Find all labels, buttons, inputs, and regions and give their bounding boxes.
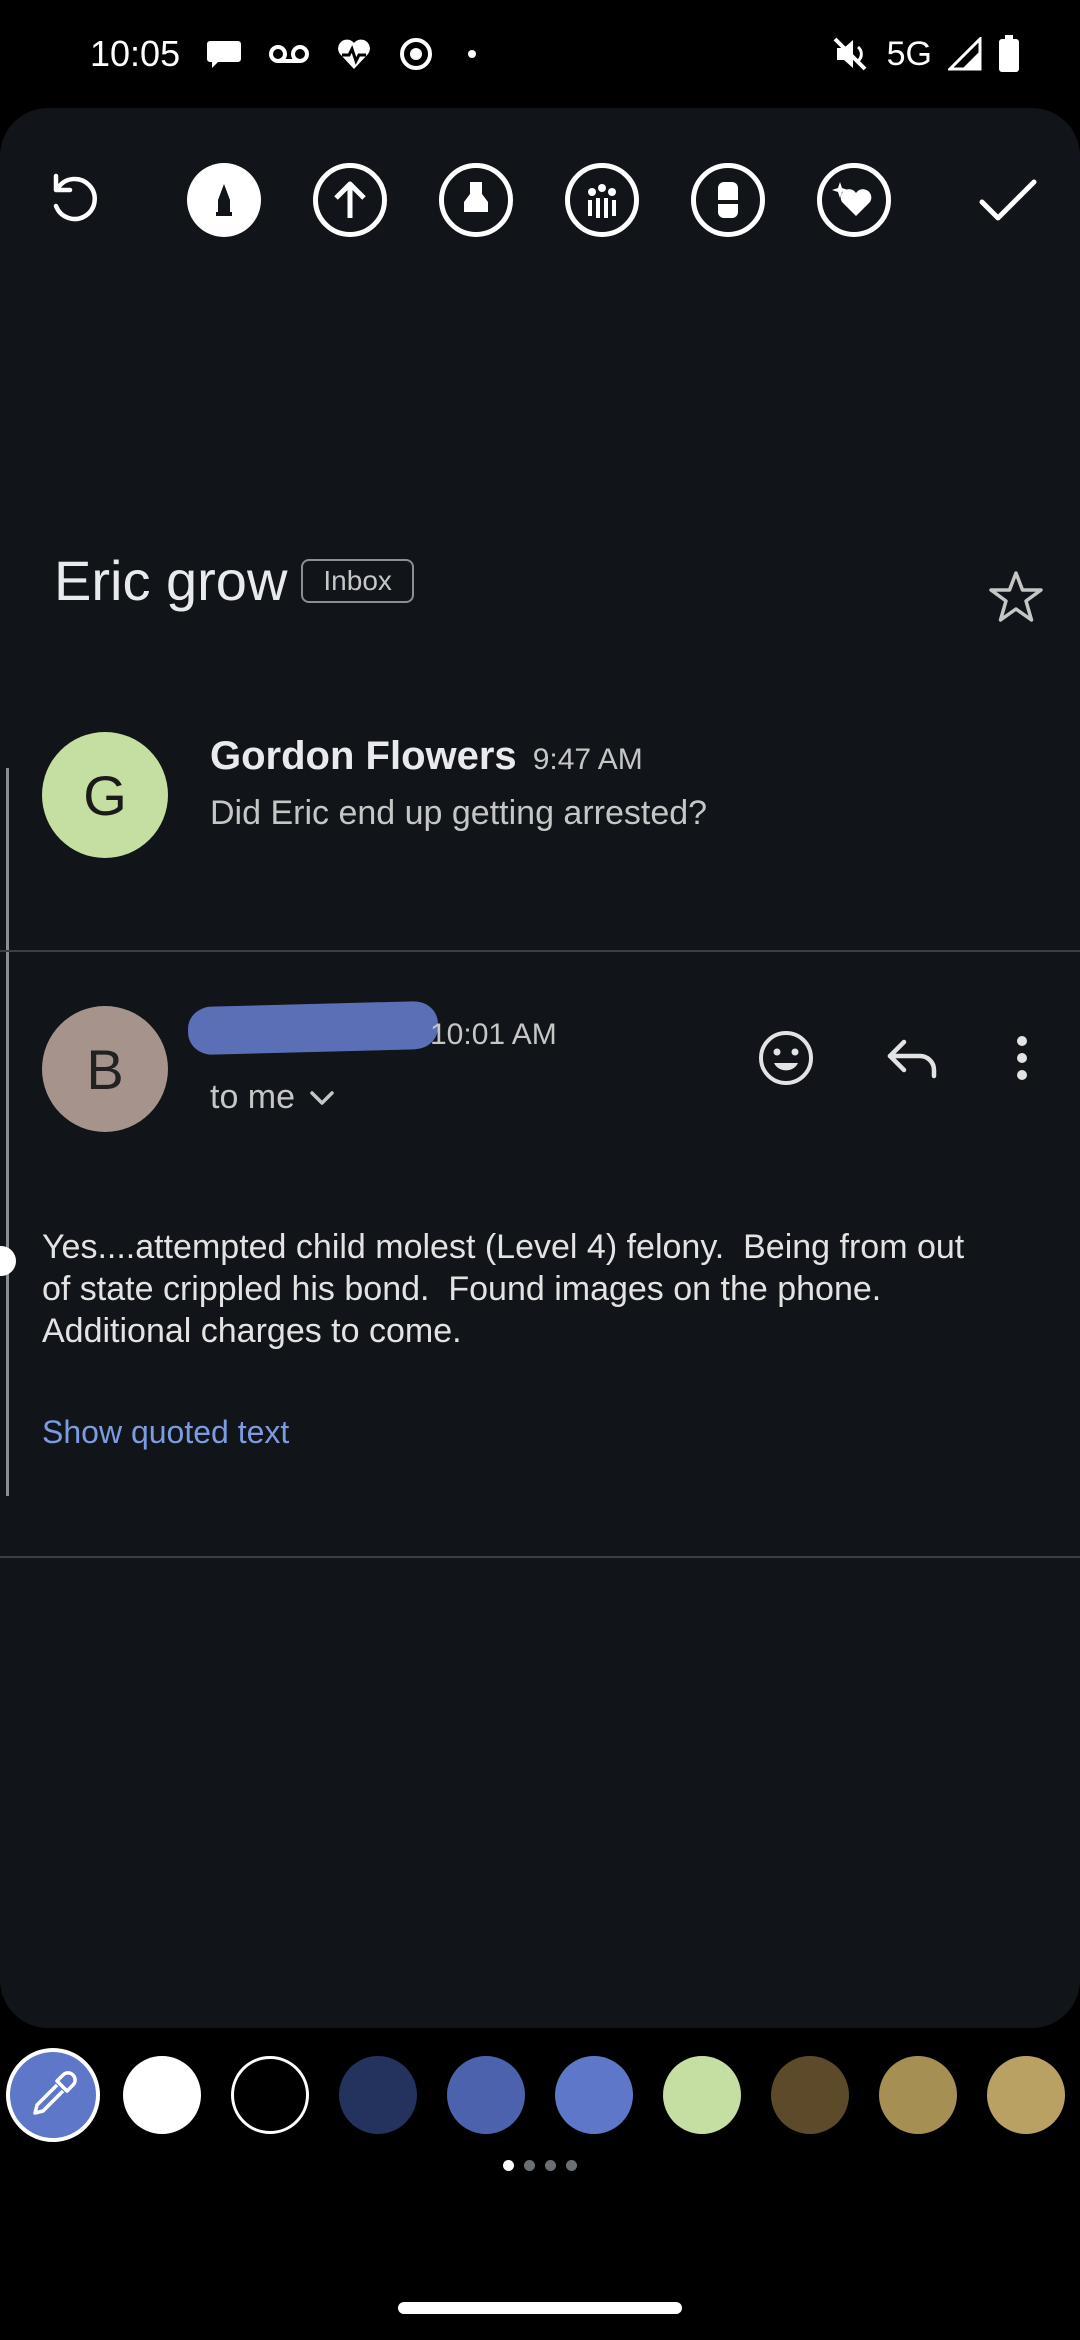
inbox-label: Inbox bbox=[301, 558, 414, 603]
status-bar: 10:05 5G bbox=[0, 0, 1080, 108]
color-palette bbox=[0, 2048, 1080, 2148]
page-dot bbox=[524, 2160, 535, 2171]
more-vert-icon bbox=[1017, 1036, 1027, 1080]
done-button[interactable] bbox=[948, 140, 1068, 260]
health-heart-icon bbox=[338, 39, 370, 69]
divider bbox=[0, 1556, 1080, 1558]
recipient-label: to me bbox=[210, 1078, 296, 1116]
eraser-tool-button[interactable] bbox=[668, 140, 788, 260]
body-line: Additional charges to come. bbox=[42, 1312, 462, 1350]
emoji-icon bbox=[759, 1031, 813, 1085]
avatar: B bbox=[42, 1006, 168, 1132]
undo-icon bbox=[53, 173, 97, 222]
show-quoted-text-link: Show quoted text bbox=[42, 1414, 290, 1450]
sender-name: Gordon Flowers bbox=[210, 734, 517, 778]
palette-tool-button[interactable] bbox=[542, 140, 662, 260]
arrow-icon bbox=[313, 163, 387, 237]
status-time: 10:05 bbox=[90, 33, 181, 74]
sticker-icon bbox=[817, 163, 891, 237]
color-swatch-navy[interactable] bbox=[339, 2056, 417, 2134]
color-swatch-periwinkle[interactable] bbox=[555, 2056, 633, 2134]
color-swatch-blue[interactable] bbox=[447, 2056, 525, 2134]
reply-icon bbox=[887, 1039, 937, 1079]
arrow-tool-button[interactable] bbox=[290, 140, 410, 260]
color-swatch-gold[interactable] bbox=[987, 2056, 1065, 2134]
color-swatch-tan[interactable] bbox=[879, 2056, 957, 2134]
color-swatch-dark-brown[interactable] bbox=[771, 2056, 849, 2134]
mute-icon bbox=[833, 37, 867, 71]
palette-page-indicator bbox=[0, 2160, 1080, 2171]
more-options-button bbox=[982, 1018, 1062, 1098]
chevron-down-icon bbox=[310, 1090, 334, 1105]
eraser-icon bbox=[691, 163, 765, 237]
voicemail-icon bbox=[269, 45, 310, 63]
color-swatch-black[interactable] bbox=[231, 2056, 309, 2134]
record-icon bbox=[400, 38, 433, 70]
sticker-tool-button[interactable] bbox=[794, 140, 914, 260]
message-time: 10:01 AM bbox=[430, 1018, 557, 1051]
palette-icon bbox=[565, 163, 639, 237]
pen-icon bbox=[187, 163, 261, 237]
thread-line bbox=[6, 768, 9, 1496]
undo-button[interactable] bbox=[14, 140, 134, 260]
body-line: of state crippled his bond. Found images… bbox=[42, 1270, 882, 1308]
eyedropper-button[interactable] bbox=[6, 2048, 100, 2142]
recipient-row: to me bbox=[210, 1078, 335, 1117]
page-dot bbox=[566, 2160, 577, 2171]
avatar: G bbox=[42, 732, 168, 858]
highlighter-tool-button[interactable] bbox=[416, 140, 536, 260]
battery-icon bbox=[999, 35, 1019, 72]
email-subject: Eric grow bbox=[54, 549, 288, 612]
message-header-1: Gordon Flowers 9:47 AM bbox=[210, 734, 643, 779]
page-dot-active bbox=[503, 2160, 514, 2171]
page-dot bbox=[545, 2160, 556, 2171]
redaction-scribble bbox=[187, 1000, 439, 1056]
message-time: 9:47 AM bbox=[532, 743, 643, 776]
reply-button bbox=[872, 1018, 952, 1098]
color-swatch-light-green[interactable] bbox=[663, 2056, 741, 2134]
status-system-icons: 5G bbox=[831, 35, 1020, 74]
markup-canvas[interactable]: Eric grow Inbox G Gordon Flowers 9:47 AM… bbox=[0, 108, 1080, 2028]
signal-icon bbox=[948, 37, 982, 71]
message-snippet: Did Eric end up getting arrested? bbox=[210, 794, 708, 832]
email-subject-row: Eric grow Inbox bbox=[54, 548, 414, 613]
status-notification-icons bbox=[206, 36, 477, 72]
message-body: Yes....attempted child molest (Level 4) … bbox=[42, 1226, 1042, 1352]
color-swatch-white[interactable] bbox=[123, 2056, 201, 2134]
body-line: Yes....attempted child molest (Level 4) … bbox=[42, 1228, 965, 1266]
divider bbox=[0, 950, 1080, 952]
emoji-react-button bbox=[746, 1018, 826, 1098]
done-icon bbox=[979, 179, 1037, 221]
markup-toolbar bbox=[0, 140, 1080, 260]
star-icon bbox=[989, 571, 1043, 622]
pen-tool-button[interactable] bbox=[164, 140, 284, 260]
thread-handle bbox=[0, 1246, 16, 1276]
network-type: 5G bbox=[886, 34, 932, 73]
home-indicator[interactable] bbox=[398, 2302, 682, 2314]
dot-icon bbox=[468, 50, 477, 58]
chat-bubble-icon bbox=[207, 41, 242, 68]
highlighter-icon bbox=[439, 163, 513, 237]
eyedropper-icon bbox=[33, 2071, 77, 2115]
